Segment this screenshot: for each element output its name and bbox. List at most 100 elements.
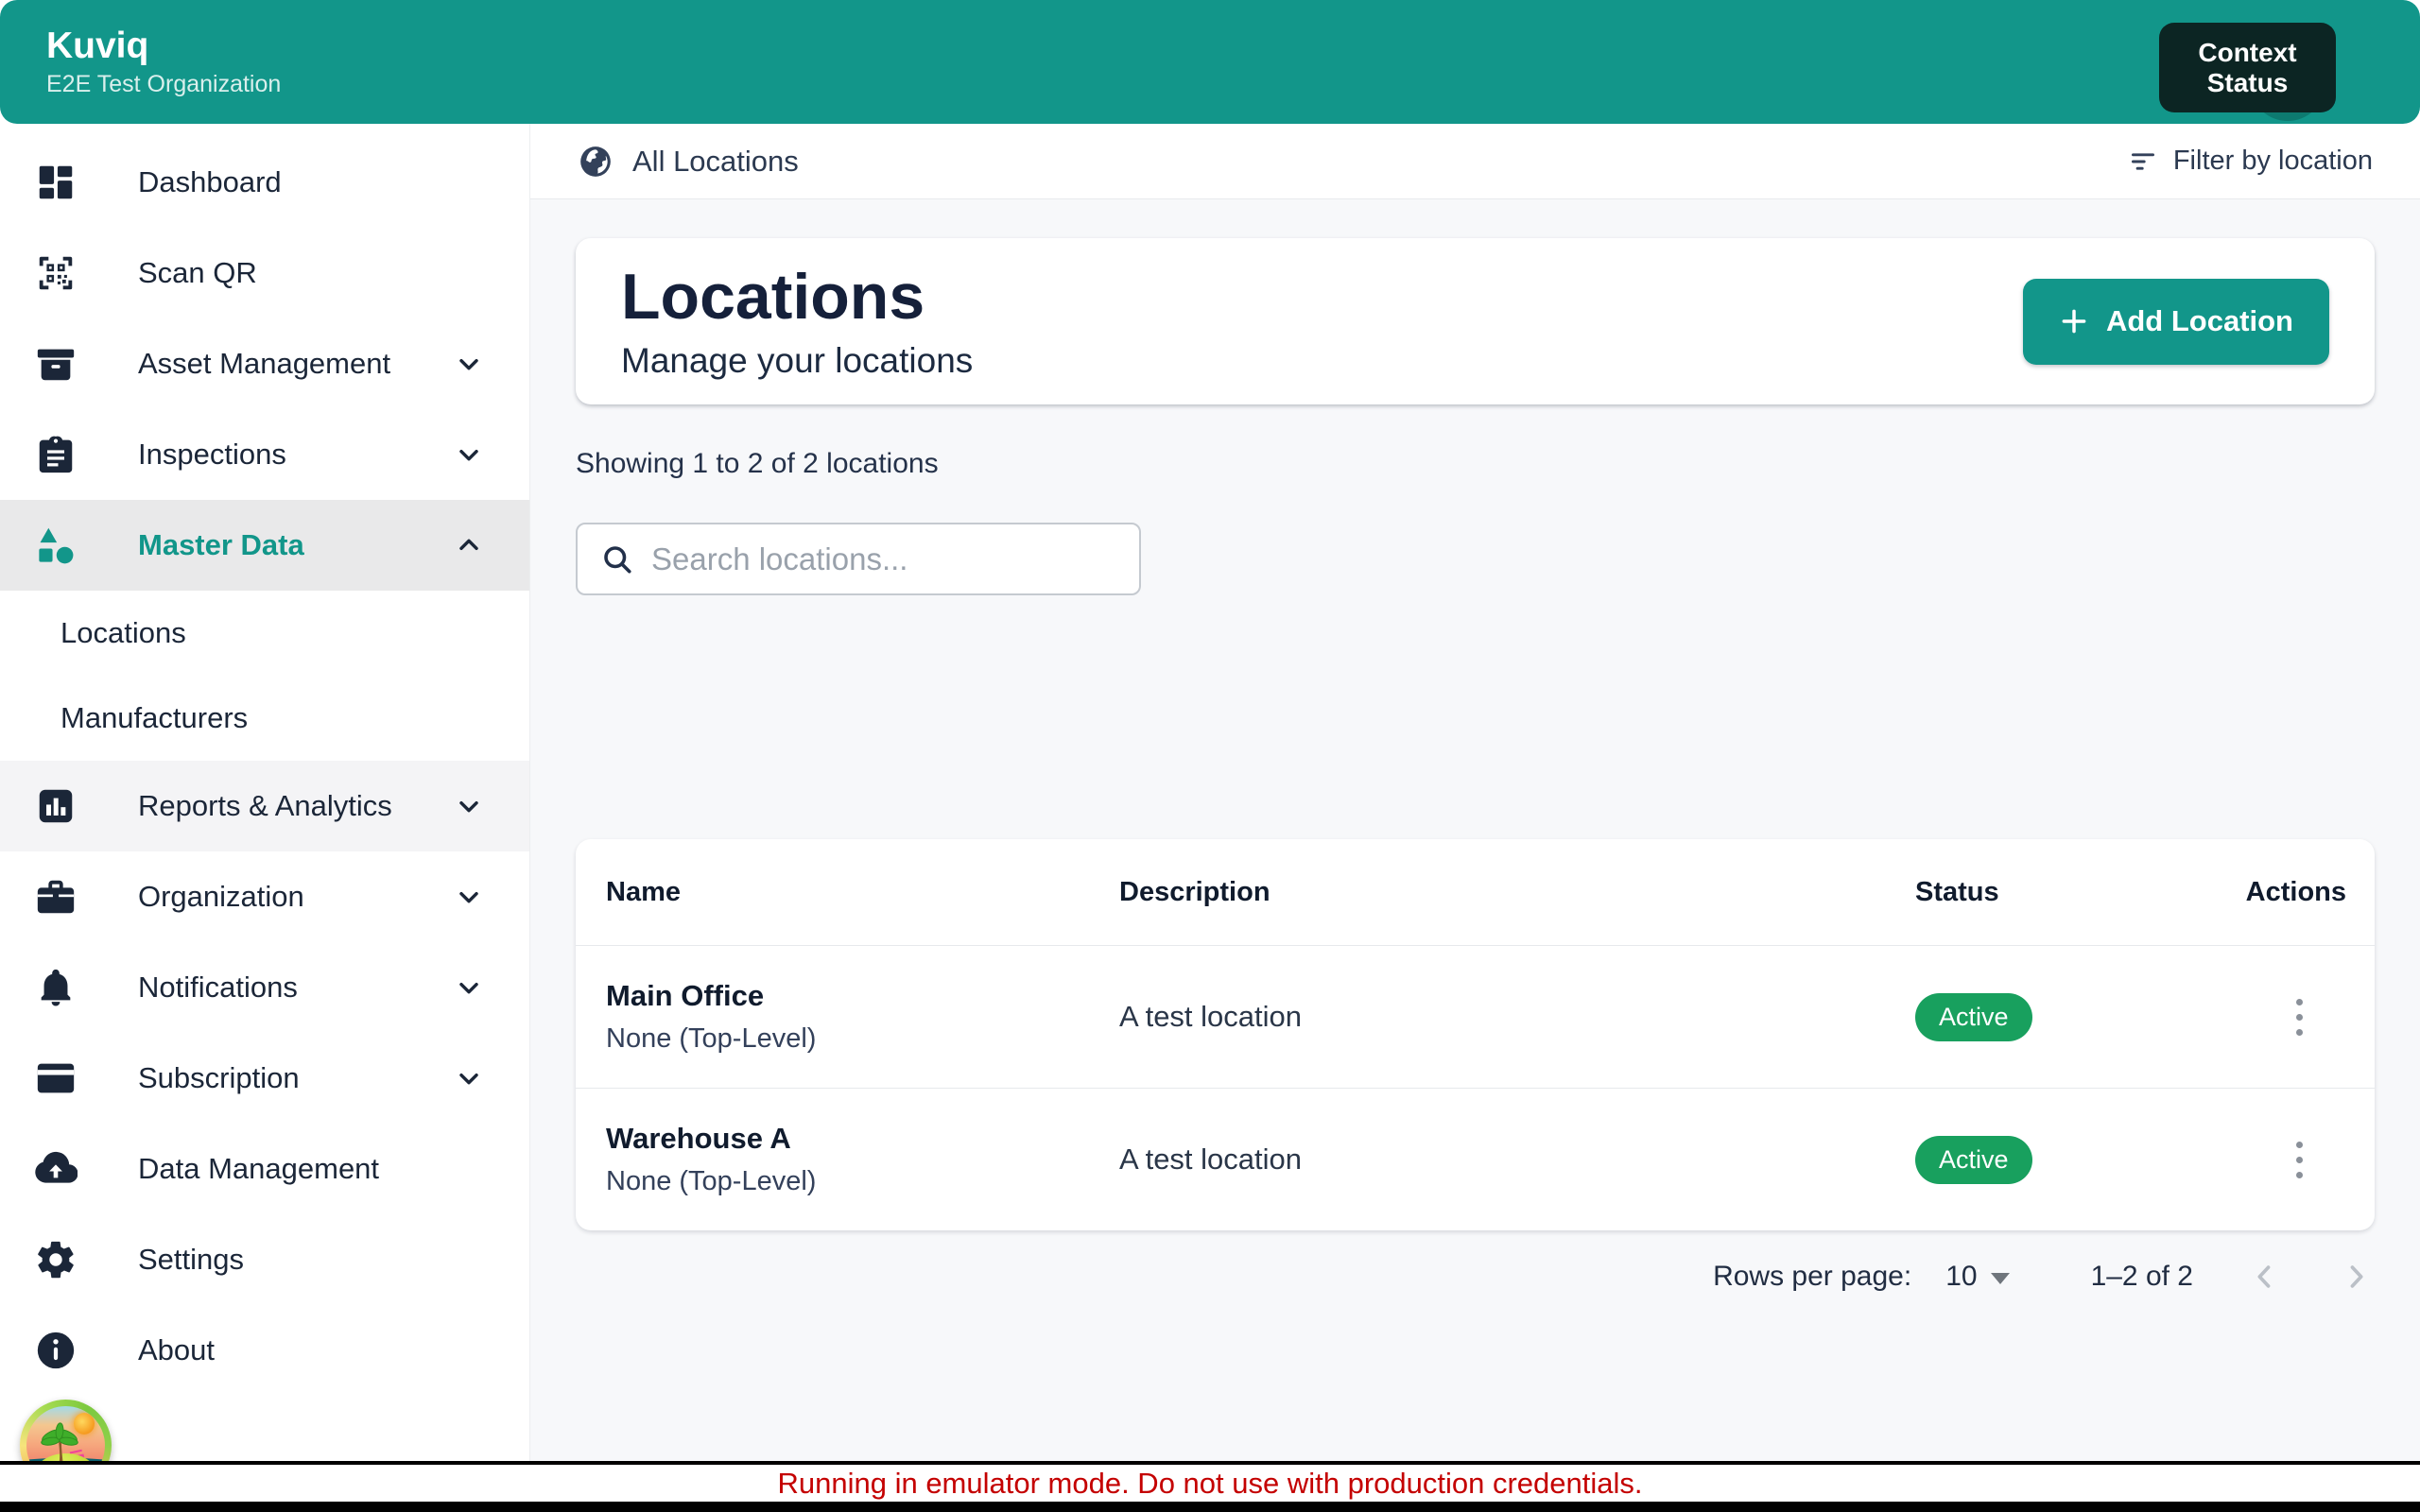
cloud-upload-icon bbox=[34, 1147, 78, 1191]
cell-actions bbox=[2290, 1136, 2308, 1184]
column-header-actions: Actions bbox=[2246, 877, 2346, 908]
sidebar-item-settings[interactable]: Settings bbox=[0, 1214, 529, 1305]
globe-icon bbox=[578, 144, 614, 180]
app-header: Kuviq E2E Test Organization Context Stat… bbox=[0, 0, 2420, 124]
sidebar-item-label: Asset Management bbox=[138, 347, 454, 381]
sidebar-item-about[interactable]: About bbox=[0, 1305, 529, 1396]
location-name: Warehouse A bbox=[606, 1122, 1119, 1156]
table-row[interactable]: Main Office None (Top-Level) A test loca… bbox=[576, 946, 2375, 1088]
sidebar-item-manufacturers[interactable]: Manufacturers bbox=[0, 676, 529, 761]
body-row: Dashboard Scan QR Asset Management bbox=[0, 124, 2420, 1512]
locations-table: Name Description Status Actions Main Off… bbox=[576, 839, 2375, 1230]
page-title: Locations bbox=[621, 262, 973, 333]
column-header-status: Status bbox=[1915, 877, 2199, 908]
table-header-row: Name Description Status Actions bbox=[576, 839, 2375, 945]
credit-card-icon bbox=[34, 1057, 78, 1100]
status-badge: Active bbox=[1915, 993, 2032, 1041]
app-screen: Kuviq E2E Test Organization Context Stat… bbox=[0, 0, 2420, 1512]
sidebar-item-label: Data Management bbox=[138, 1152, 484, 1186]
pagination-range: 1–2 of 2 bbox=[2091, 1261, 2193, 1293]
brand-title: Kuviq bbox=[46, 26, 281, 68]
previous-page-button[interactable] bbox=[2246, 1258, 2284, 1296]
cell-status: Active bbox=[1915, 1136, 2199, 1184]
sidebar-item-asset-management[interactable]: Asset Management bbox=[0, 318, 529, 409]
breadcrumb-label: All Locations bbox=[632, 145, 799, 179]
sidebar-item-label: Dashboard bbox=[138, 165, 484, 199]
chevron-down-icon bbox=[454, 439, 484, 470]
status-badge: Active bbox=[1915, 1136, 2032, 1184]
column-header-name: Name bbox=[606, 877, 1119, 908]
table-row[interactable]: Warehouse A None (Top-Level) A test loca… bbox=[576, 1089, 2375, 1230]
chevron-up-icon bbox=[454, 530, 484, 560]
rows-per-page-value: 10 bbox=[1945, 1261, 1977, 1293]
page-header-text: Locations Manage your locations bbox=[621, 262, 973, 382]
location-topbar: All Locations Filter by location bbox=[530, 124, 2420, 199]
sidebar-item-notifications[interactable]: Notifications bbox=[0, 942, 529, 1033]
sidebar-item-label: Master Data bbox=[138, 528, 454, 562]
column-header-description: Description bbox=[1119, 877, 1915, 908]
filter-label: Filter by location bbox=[2173, 146, 2373, 177]
sidebar-item-label: Subscription bbox=[138, 1061, 454, 1095]
sidebar-item-label: Settings bbox=[138, 1243, 484, 1277]
qr-code-icon bbox=[34, 251, 78, 295]
info-icon bbox=[34, 1329, 78, 1372]
search-input[interactable] bbox=[651, 541, 1116, 577]
shapes-icon bbox=[34, 524, 78, 567]
chevron-down-icon bbox=[454, 349, 484, 379]
chevron-down-icon bbox=[454, 972, 484, 1003]
sidebar-item-subscription[interactable]: Subscription bbox=[0, 1033, 529, 1124]
cell-actions bbox=[2290, 993, 2308, 1041]
rows-per-page-select[interactable]: 10 bbox=[1945, 1261, 2009, 1293]
page-header-card: Locations Manage your locations Add Loca… bbox=[576, 238, 2375, 404]
org-name: E2E Test Organization bbox=[46, 71, 281, 98]
cell-name: Warehouse A None (Top-Level) bbox=[606, 1122, 1119, 1197]
gear-icon bbox=[34, 1238, 78, 1281]
next-page-button[interactable] bbox=[2337, 1258, 2375, 1296]
header-right: Context Status bbox=[2160, 0, 2377, 124]
caret-down-icon bbox=[1991, 1273, 2010, 1284]
search-icon bbox=[600, 542, 634, 576]
chevron-down-icon bbox=[454, 791, 484, 821]
clipboard-icon bbox=[34, 433, 78, 476]
location-parent: None (Top-Level) bbox=[606, 1023, 1119, 1055]
add-location-button[interactable]: Add Location bbox=[2023, 279, 2329, 365]
sidebar-item-label: Reports & Analytics bbox=[138, 789, 454, 823]
sidebar-item-label: Notifications bbox=[138, 971, 454, 1005]
context-status-button[interactable]: Context Status bbox=[2159, 23, 2336, 112]
bell-icon bbox=[34, 966, 78, 1009]
breadcrumb[interactable]: All Locations bbox=[578, 144, 799, 180]
cell-description: A test location bbox=[1119, 1143, 1915, 1177]
cell-name: Main Office None (Top-Level) bbox=[606, 979, 1119, 1055]
sidebar: Dashboard Scan QR Asset Management bbox=[0, 124, 530, 1512]
sidebar-item-reports-analytics[interactable]: Reports & Analytics bbox=[0, 761, 529, 851]
sidebar-item-scan-qr[interactable]: Scan QR bbox=[0, 228, 529, 318]
row-actions-menu-icon[interactable] bbox=[2290, 1136, 2308, 1184]
sidebar-item-label: Organization bbox=[138, 880, 454, 914]
sidebar-item-label: About bbox=[138, 1333, 484, 1367]
cell-status: Active bbox=[1915, 993, 2199, 1041]
page-subtitle: Manage your locations bbox=[621, 341, 973, 381]
sidebar-item-dashboard[interactable]: Dashboard bbox=[0, 137, 529, 228]
sidebar-item-label: Scan QR bbox=[138, 256, 484, 290]
filter-by-location-button[interactable]: Filter by location bbox=[2128, 146, 2373, 177]
cell-description: A test location bbox=[1119, 1000, 1915, 1034]
showing-count-text: Showing 1 to 2 of 2 locations bbox=[576, 448, 2375, 480]
sidebar-item-master-data[interactable]: Master Data bbox=[0, 500, 529, 591]
chevron-down-icon bbox=[454, 1063, 484, 1093]
filter-icon bbox=[2128, 146, 2158, 177]
sidebar-item-inspections[interactable]: Inspections bbox=[0, 409, 529, 500]
add-location-label: Add Location bbox=[2106, 304, 2293, 338]
plus-icon bbox=[2059, 306, 2089, 336]
sidebar-item-data-management[interactable]: Data Management bbox=[0, 1124, 529, 1214]
pagination-bar: Rows per page: 10 1–2 of 2 bbox=[576, 1258, 2375, 1296]
sidebar-subitem-label: Manufacturers bbox=[60, 701, 248, 735]
main-area: All Locations Filter by location Locatio… bbox=[530, 124, 2420, 1512]
bar-chart-icon bbox=[34, 784, 78, 828]
chevron-down-icon bbox=[454, 882, 484, 912]
sidebar-item-organization[interactable]: Organization bbox=[0, 851, 529, 942]
location-parent: None (Top-Level) bbox=[606, 1166, 1119, 1197]
sidebar-item-label: Inspections bbox=[138, 438, 454, 472]
row-actions-menu-icon[interactable] bbox=[2290, 993, 2308, 1041]
search-box bbox=[576, 523, 1141, 595]
sidebar-item-locations[interactable]: Locations bbox=[0, 591, 529, 676]
